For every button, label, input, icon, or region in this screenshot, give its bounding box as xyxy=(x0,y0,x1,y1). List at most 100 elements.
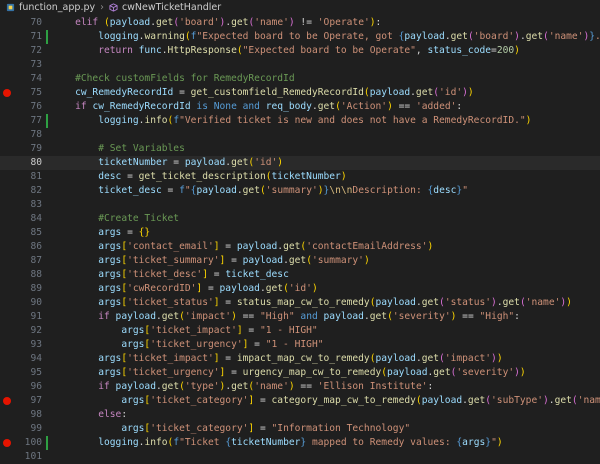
code-token: if xyxy=(75,101,93,112)
line-number: 80 xyxy=(30,157,42,168)
code-token: 'name' xyxy=(577,395,600,406)
code-token: = xyxy=(225,255,243,266)
code-token: : xyxy=(427,381,434,392)
code-text: args['ticket_desc'] = ticket_desc xyxy=(52,268,289,282)
code-line[interactable]: 70 elif (payload.get('board').get('name'… xyxy=(0,16,600,30)
code-line[interactable]: 74 #Check customFields for RemedyRecordI… xyxy=(0,72,600,86)
code-token: = xyxy=(167,157,185,168)
code-token: payload xyxy=(115,311,156,322)
line-number: 77 xyxy=(30,115,42,126)
code-line[interactable]: 95 args['ticket_urgency'] = urgency_map_… xyxy=(0,366,600,380)
code-token: args xyxy=(462,437,486,448)
python-file-icon xyxy=(6,3,15,12)
code-line[interactable]: 84 #Create Ticket xyxy=(0,212,600,226)
code-token: args xyxy=(98,367,122,378)
line-number: 70 xyxy=(30,17,42,28)
code-token: payload xyxy=(184,157,226,168)
code-token: "1 - HIGH" xyxy=(259,325,318,336)
code-line[interactable]: 81 desc = get_ticket_description(ticketN… xyxy=(0,170,600,184)
code-token: ) xyxy=(467,87,474,98)
code-token: "Verified ticket is new and does not hav… xyxy=(179,115,526,126)
code-token: get xyxy=(525,31,544,42)
code-line[interactable]: 76 if cw_RemedyRecordId is None and req_… xyxy=(0,100,600,114)
code-token: 'ticket_urgency' xyxy=(127,367,220,378)
code-line[interactable]: 96 if payload.get('type').get('name') ==… xyxy=(0,380,600,394)
code-line[interactable]: 91 if payload.get('impact') == "High" an… xyxy=(0,310,600,324)
code-line[interactable]: 89 args['cwRecordID'] = payload.get('id'… xyxy=(0,282,600,296)
line-number: 83 xyxy=(30,199,42,210)
line-number: 86 xyxy=(30,241,42,252)
code-token: = xyxy=(219,297,237,308)
code-line[interactable]: 98 else: xyxy=(0,408,600,422)
breadcrumb: function_app.py › cwNewTicketHandler xyxy=(0,0,600,15)
code-line[interactable]: 79 # Set Variables xyxy=(0,142,600,156)
code-line[interactable]: 75 cw_RemedyRecordId = get_customfield_R… xyxy=(0,86,600,100)
code-text: if cw_RemedyRecordId is None and req_bod… xyxy=(52,100,462,114)
code-text: elif (payload.get('board').get('name') !… xyxy=(52,16,381,30)
code-token: payload xyxy=(115,381,156,392)
code-token: payload xyxy=(375,353,416,364)
code-line[interactable]: 86 args['contact_email'] = payload.get('… xyxy=(0,240,600,254)
code-line[interactable]: 71 logging.warning(f"Expected board to b… xyxy=(0,30,600,44)
breadcrumb-symbol[interactable]: cwNewTicketHandler xyxy=(122,2,221,13)
code-text: args['contact_email'] = payload.get('con… xyxy=(52,240,433,254)
line-number: 72 xyxy=(30,45,42,56)
line-number: 100 xyxy=(24,437,42,448)
code-token: : xyxy=(121,409,128,420)
line-number: 90 xyxy=(30,297,42,308)
code-token: and xyxy=(294,311,324,322)
line-number: 73 xyxy=(30,59,42,70)
code-line[interactable]: 82 ticket_desc = f"{payload.get('summary… xyxy=(0,184,600,198)
code-line[interactable]: 83 xyxy=(0,198,600,212)
code-line[interactable]: 94 args['ticket_impact'] = impact_map_cw… xyxy=(0,352,600,366)
code-line[interactable]: 88 args['ticket_desc'] = ticket_desc xyxy=(0,268,600,282)
code-line[interactable]: 93 args['ticket_urgency'] = "1 - HIGH" xyxy=(0,338,600,352)
code-token: args xyxy=(121,423,145,434)
code-token: return xyxy=(98,45,139,56)
code-token: 'cwRecordID' xyxy=(127,283,197,294)
code-text: logging.warning(f"Expected board to be O… xyxy=(52,30,600,44)
code-editor[interactable]: 70 elif (payload.get('board').get('name'… xyxy=(0,15,600,462)
modified-indicator xyxy=(46,30,48,44)
breadcrumb-file[interactable]: function_app.py xyxy=(19,2,95,13)
code-token: #Check customFields for RemedyRecordId xyxy=(75,73,295,84)
code-line[interactable]: 101 xyxy=(0,450,600,464)
code-token: 'ticket_impact' xyxy=(127,353,214,364)
code-line[interactable]: 85 args = {} xyxy=(0,226,600,240)
code-token: : xyxy=(514,311,520,322)
code-line[interactable]: 77 logging.info(f"Verified ticket is new… xyxy=(0,114,600,128)
code-token: : xyxy=(456,101,463,112)
code-token: req_body xyxy=(265,101,312,112)
line-number: 92 xyxy=(30,325,42,336)
code-token: = xyxy=(121,227,139,238)
line-number: 85 xyxy=(30,227,42,238)
code-line[interactable]: 99 args['ticket_category'] = "Informatio… xyxy=(0,422,600,436)
code-token: payload xyxy=(421,395,463,406)
code-text: args['cwRecordID'] = payload.get('id') xyxy=(52,282,318,296)
code-token: desc xyxy=(98,171,122,182)
code-token: get xyxy=(317,101,336,112)
code-token: payload xyxy=(387,367,428,378)
code-line[interactable]: 73 xyxy=(0,58,600,72)
code-line[interactable]: 78 xyxy=(0,128,600,142)
code-line[interactable]: 72 return func.HttpResponse("Expected bo… xyxy=(0,44,600,58)
code-token: category_map_cw_to_remedy xyxy=(271,395,416,406)
code-line[interactable]: 97 args['ticket_category'] = category_ma… xyxy=(0,394,600,408)
code-line[interactable]: 80 ticketNumber = payload.get('id') xyxy=(0,156,600,170)
code-token: payload xyxy=(242,255,284,266)
code-text: #Create Ticket xyxy=(52,212,179,226)
code-line[interactable]: 92 args['ticket_impact'] = "1 - HIGH" xyxy=(0,324,600,338)
code-line[interactable]: 100 logging.info(f"Ticket {ticketNumber}… xyxy=(0,436,600,450)
code-token: 'ticket_urgency' xyxy=(150,339,243,350)
code-token: get_customfield_RemedyRecordId xyxy=(190,87,364,98)
code-line[interactable]: 87 args['ticket_summary'] = payload.get(… xyxy=(0,254,600,268)
code-line[interactable]: 90 args['ticket_status'] = status_map_cw… xyxy=(0,296,600,310)
